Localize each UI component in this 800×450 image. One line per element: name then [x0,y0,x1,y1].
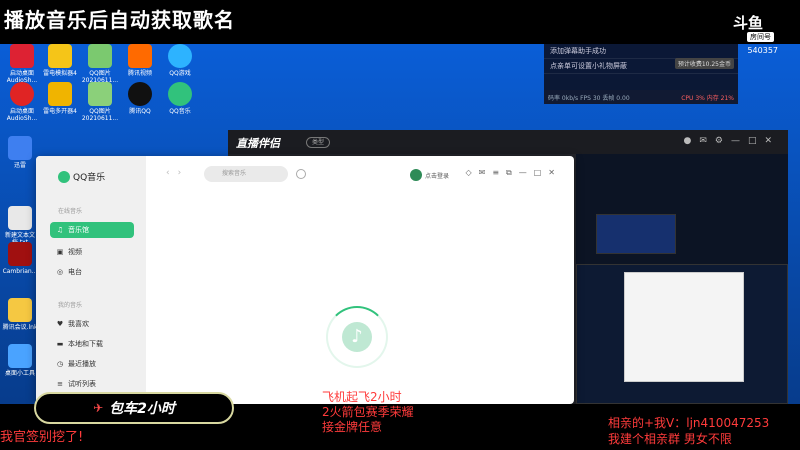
qqmusic-brand: QQ音乐 [58,170,105,183]
app-icon [168,44,192,68]
stream-stats: 码率 0kb/s FPS 30 丢帧 0.00 CPU 3% 内存 21% [544,90,738,104]
app-icon [8,242,32,266]
sidebar-item-music-hall[interactable]: ♫ 音乐馆 [50,222,134,238]
avatar-icon [410,169,422,181]
desktop-icon[interactable]: QQ游戏 [160,44,200,77]
section-mine: 我的音乐 [58,302,83,309]
voice-search-icon[interactable] [296,169,306,179]
app-icon [128,44,152,68]
douyu-logo: 斗鱼 [732,14,763,32]
top-banner: 播放音乐后自动获取歌名 斗鱼 房间号 [0,0,800,44]
stats-text: 码率 0kb/s FPS 30 丢帧 0.00 [548,95,630,102]
overlay-text-center-1: 飞机起飞2小时 [322,390,402,404]
minimize-icon[interactable]: — [731,136,748,146]
maximize-icon[interactable]: □ [534,168,549,177]
mail-icon[interactable]: ✉ [479,168,493,177]
search-input[interactable]: 搜索音乐 [204,166,288,182]
desktop-icon[interactable]: 雷电多开器4 [40,82,80,115]
plane-icon: ✈ [93,401,104,415]
desktop-icon[interactable]: 启动桌面 AudioSh... [2,82,42,122]
zhibo-titlebar: 直播伴侣 类型 ●✉⚙—□✕ [228,130,788,154]
stream-title: 播放音乐后自动获取歌名 [4,8,235,32]
app-icon [88,44,112,68]
room-id: 540357 [747,46,778,55]
music-note-icon: ♪ [342,322,372,352]
desktop-icon[interactable]: 腾讯视频 [120,44,160,77]
desktop-icon[interactable]: Cambrian... [0,242,40,275]
history-nav[interactable]: ‹› [166,168,189,178]
app-icon [8,344,32,368]
overlay-text-right-2: 我建个相亲群 男女不限 [608,432,732,446]
qq-music-icon [168,82,192,106]
qqmusic-main: ‹› 搜索音乐 点击登录 ◇✉≡⧉—□✕ ♪ [146,156,574,404]
video-icon: ▣ [56,248,64,256]
power-icon [10,82,34,106]
desktop-icon[interactable]: 启动桌面 AudioSh... [2,44,42,84]
skin-icon[interactable]: ◇ [465,168,478,177]
login-button[interactable]: 点击登录 [410,169,449,181]
list-icon: ≡ [57,380,63,388]
desktop-icon[interactable]: QQ图片 20210611... [80,44,120,84]
close-icon[interactable]: ✕ [548,168,562,177]
sidebar-item-radio[interactable]: ◎ 电台 [50,264,134,280]
sidebar-item-favorites[interactable]: ♥ 我喜欢 [50,316,134,332]
category-pill[interactable]: 类型 [306,137,331,148]
back-arrow-icon[interactable]: ‹ [166,168,178,178]
preview-qq-window [624,272,744,382]
desktop-icon[interactable]: 迅雷 [0,136,40,169]
qqmusic-window: QQ音乐 在线音乐 ♫ 音乐馆 ▣ 视频 ◎ 电台 我的音乐 ♥ 我喜欢 ▬ 本地和下载 … [36,156,574,404]
sidebar-item-local[interactable]: ▬ 本地和下载 [50,336,134,352]
stream-preview [576,154,788,404]
room-badge: 房间号 [747,32,774,42]
car-gift-banner: ✈ 包车2小时 [34,392,234,424]
notification-row: 添加弹幕助手成功 [544,44,738,59]
qq-penguin-icon [128,82,152,106]
overlay-text-right-1: 相亲的+我V：ljn410047253 [608,416,770,430]
desktop-icon[interactable]: QQ图片 20210611... [80,82,120,122]
overlay-text-center-2: 2火箭包赛季荣耀 [322,405,414,419]
notification-tag: 预计收费10.25金币 [674,58,734,69]
desktop-icon[interactable]: 腾讯QQ [120,82,160,115]
app-icon [48,82,72,106]
desktop-icon[interactable]: 新建文本文档.txt [0,206,40,246]
app-icon [48,44,72,68]
clock-icon: ◷ [56,360,64,368]
sidebar-item-recent[interactable]: ◷ 最近播放 [50,356,134,372]
cpu-usage: CPU 3% 内存 21% [681,95,734,102]
app-icon [88,82,112,106]
sidebar-item-video[interactable]: ▣ 视频 [50,244,134,260]
desktop-icon[interactable]: QQ音乐 [160,82,200,115]
desktop-icon[interactable]: 桌面小工具 [0,344,40,377]
xunlei-bird-icon [8,136,32,160]
overlay-text-left: 我官签别挖了! [0,430,84,445]
music-note-icon: ♫ [56,226,64,234]
zhibo-toolbar[interactable]: ●✉⚙—□✕ [683,136,780,146]
window-controls[interactable]: ◇✉≡⧉—□✕ [465,168,562,178]
forward-arrow-icon[interactable]: › [178,168,190,178]
monitor-icon: ▬ [56,340,64,348]
overlay-text-center-3: 接金牌任意 [322,420,383,434]
menu-icon[interactable]: ≡ [492,168,506,177]
zhibo-logo: 直播伴侣 [236,137,280,150]
heart-icon: ♥ [56,320,64,328]
avatar-icon[interactable]: ● [683,136,699,146]
folder-icon [8,298,32,322]
mail-icon[interactable]: ✉ [699,136,715,146]
minimize-icon[interactable]: — [519,168,534,177]
text-file-icon [8,206,32,230]
section-online: 在线音乐 [58,208,83,215]
settings-icon[interactable]: ⚙ [715,136,731,146]
qqmusic-logo-icon [58,170,70,183]
desktop-icon[interactable]: 腾讯会议.lnk [0,298,40,331]
desktop-icon[interactable]: 雷电模拟器4 [40,44,80,77]
app-icon [10,44,34,68]
preview-thumbnail [596,214,676,254]
maximize-icon[interactable]: □ [748,136,765,146]
sidebar-item-trial-list[interactable]: ≡ 试听列表 [50,376,134,392]
qqmusic-sidebar: QQ音乐 在线音乐 ♫ 音乐馆 ▣ 视频 ◎ 电台 我的音乐 ♥ 我喜欢 ▬ 本地和下载 … [36,156,146,404]
mini-mode-icon[interactable]: ⧉ [506,168,519,177]
radio-icon: ◎ [56,268,64,276]
close-icon[interactable]: ✕ [764,136,780,146]
